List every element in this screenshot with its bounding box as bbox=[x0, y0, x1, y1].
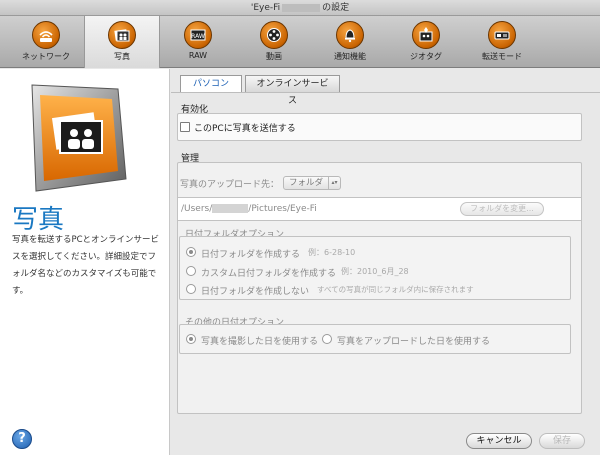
redacted-username bbox=[212, 204, 249, 213]
main-settings-area: パソコン オンラインサービス 有効化 このPCに写真を送信する 管理 写真のアッ… bbox=[171, 69, 600, 455]
tab-online-services[interactable]: オンラインサービス bbox=[245, 75, 340, 106]
transfer-mode-icon bbox=[488, 21, 516, 49]
toolbar-label-photos: 写真 bbox=[114, 52, 130, 61]
photos-large-icon bbox=[14, 79, 132, 197]
date-folder-none-radio[interactable] bbox=[186, 284, 196, 294]
toolbar-label-geotag: ジオタグ bbox=[410, 52, 442, 61]
section-title: 写真 bbox=[12, 205, 65, 235]
section-description: 写真を転送するPCとオンラインサービスを選択してください。詳細設定でフォルダ名な… bbox=[12, 235, 160, 296]
bell-icon bbox=[336, 21, 364, 49]
redacted-name bbox=[282, 3, 321, 12]
date-folder-none-example: すべての写真が同じフォルダ内に保存されます bbox=[317, 285, 474, 294]
toolbar-label-notifications: 通知機能 bbox=[334, 52, 366, 61]
help-button[interactable]: ? bbox=[12, 429, 32, 449]
toolbar-label-raw: RAW bbox=[188, 51, 208, 60]
toolbar-item-raw[interactable]: RAW RAW bbox=[160, 16, 236, 68]
folder-path-prefix: /Users/ bbox=[181, 204, 213, 214]
use-upload-date-label: 写真をアップロードした日を使用する bbox=[337, 337, 491, 347]
send-to-pc-label: このPCに写真を送信する bbox=[194, 124, 296, 134]
date-folder-custom-label: カスタム日付フォルダを作成する bbox=[201, 269, 337, 279]
use-capture-date-radio[interactable] bbox=[186, 334, 196, 344]
save-button[interactable]: 保存 bbox=[539, 433, 585, 449]
send-to-pc-checkbox[interactable] bbox=[180, 122, 190, 132]
tab-bar: パソコン オンラインサービス bbox=[180, 75, 340, 106]
upload-destination-label: 写真のアップロード先： bbox=[180, 180, 280, 190]
wifi-icon bbox=[32, 21, 60, 49]
toolbar-item-notifications[interactable]: 通知機能 bbox=[312, 16, 388, 68]
toolbar-item-transfer-mode[interactable]: 転送モード bbox=[464, 16, 540, 68]
upload-destination-select[interactable]: フォルダ ▴▾ bbox=[283, 176, 341, 190]
tab-computer[interactable]: パソコン bbox=[180, 75, 242, 93]
folder-path: /Users/ /Pictures/Eye-Fi bbox=[181, 204, 317, 214]
use-capture-date-label: 写真を撮影した日を使用する bbox=[201, 337, 319, 347]
folder-path-suffix: /Pictures/Eye-Fi bbox=[248, 204, 317, 214]
stepper-arrows-icon: ▴▾ bbox=[328, 177, 340, 189]
use-upload-date-radio[interactable] bbox=[322, 334, 332, 344]
geotag-photo-icon bbox=[412, 21, 440, 49]
tab-divider bbox=[171, 92, 600, 93]
change-folder-button[interactable]: フォルダを変更... bbox=[460, 202, 544, 216]
date-folder-create-label: 日付フォルダを作成する bbox=[201, 250, 301, 260]
film-reel-icon bbox=[260, 21, 288, 49]
date-folder-custom-example: 例：2010_6月_28 bbox=[341, 267, 409, 276]
upload-destination-value: フォルダ bbox=[289, 178, 324, 188]
toolbar-item-network[interactable]: ネットワーク bbox=[8, 16, 84, 68]
photos-icon bbox=[108, 21, 136, 49]
window-title-suffix: の設定 bbox=[322, 3, 350, 13]
toolbar-label-network: ネットワーク bbox=[22, 52, 70, 61]
window-title-bar: 'Eye-Fi の設定 bbox=[0, 0, 600, 16]
date-folder-create-radio[interactable] bbox=[186, 247, 196, 257]
raw-icon: RAW bbox=[184, 21, 212, 49]
left-info-panel: 写真 写真を転送するPCとオンラインサービスを選択してください。詳細設定でフォル… bbox=[0, 69, 170, 455]
cancel-button[interactable]: キャンセル bbox=[466, 433, 532, 449]
toolbar-label-transfer-mode: 転送モード bbox=[482, 52, 522, 61]
toolbar-item-photos[interactable]: 写真 bbox=[84, 16, 160, 68]
toolbar-item-video[interactable]: 動画 bbox=[236, 16, 312, 68]
preferences-toolbar: ネットワーク 写真 RAW RAW 動画 通知機能 ジオタグ 転送モード bbox=[0, 16, 600, 68]
toolbar-label-video: 動画 bbox=[266, 52, 282, 61]
date-folder-none-label: 日付フォルダを作成しない bbox=[201, 287, 310, 297]
toolbar-item-geotag[interactable]: ジオタグ bbox=[388, 16, 464, 68]
date-folder-custom-radio[interactable] bbox=[186, 266, 196, 276]
window-title-prefix: 'Eye-Fi bbox=[250, 3, 281, 13]
date-folder-create-example: 例：6-28-10 bbox=[308, 248, 356, 257]
svg-text:RAW: RAW bbox=[191, 33, 205, 40]
